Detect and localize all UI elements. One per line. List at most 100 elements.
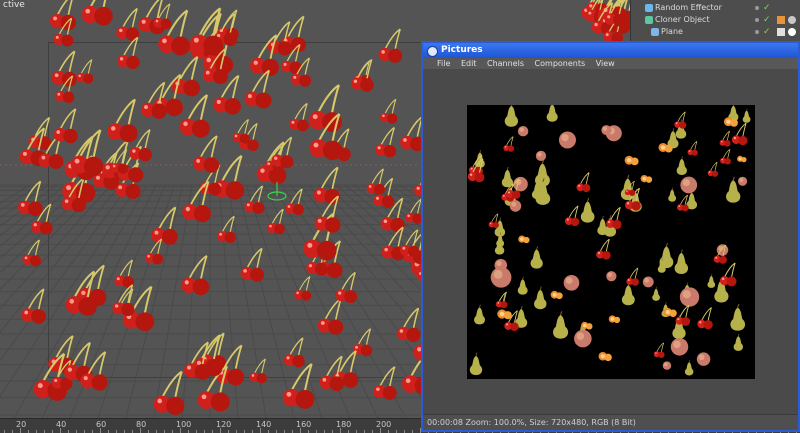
- peach: [574, 329, 592, 348]
- menu-components[interactable]: Components: [535, 59, 586, 68]
- frame-tick: [260, 428, 261, 433]
- orange-slice: [581, 321, 593, 330]
- pear: [707, 273, 716, 288]
- frame-tick-label: 200: [376, 420, 392, 429]
- om-row-label: Plane: [661, 27, 683, 36]
- cherry: [697, 307, 713, 330]
- orange-slice: [624, 155, 639, 166]
- orange-slice: [737, 155, 747, 163]
- frame-tick: [180, 428, 181, 433]
- peach: [563, 274, 580, 291]
- orange-slice: [550, 290, 563, 300]
- visibility-dot[interactable]: [755, 6, 759, 10]
- tag-icon[interactable]: [788, 16, 796, 24]
- menu-view[interactable]: View: [596, 59, 615, 68]
- cherry: [503, 136, 515, 152]
- menu-bar: File Edit Channels Components View: [423, 58, 798, 69]
- peach: [737, 176, 748, 186]
- menu-file[interactable]: File: [437, 59, 450, 68]
- cherry: [496, 291, 508, 309]
- cherry: [687, 140, 698, 156]
- frame-tick-label: 100: [176, 420, 192, 429]
- pear: [742, 108, 751, 123]
- frame-tick-label: 60: [96, 420, 107, 429]
- pear: [553, 311, 569, 339]
- cherry: [720, 148, 731, 165]
- om-row-label: Random Effector: [655, 3, 722, 12]
- om-row-plane[interactable]: Plane ✓: [631, 26, 800, 38]
- frame-tick-label: 20: [16, 420, 27, 429]
- cloner-icon: [645, 16, 653, 24]
- pear: [621, 281, 635, 306]
- pear: [474, 304, 485, 325]
- peach: [558, 131, 576, 149]
- peach: [535, 150, 547, 162]
- enabled-check-icon[interactable]: ✓: [763, 2, 771, 14]
- cherry: [576, 172, 591, 193]
- frame-tick: [140, 428, 141, 433]
- pear: [730, 303, 746, 331]
- window-titlebar[interactable]: Pictures: [423, 43, 798, 58]
- om-row-cloner-object[interactable]: Cloner Object ✓: [631, 14, 800, 26]
- peach: [642, 276, 654, 288]
- frame-tick: [380, 428, 381, 433]
- frame-tick-label: 80: [136, 420, 147, 429]
- checker-tag-icon[interactable]: [777, 28, 785, 36]
- enabled-check-icon[interactable]: ✓: [763, 26, 771, 38]
- menu-channels[interactable]: Channels: [487, 59, 524, 68]
- peach: [601, 125, 612, 136]
- frame-tick-label: 180: [336, 420, 352, 429]
- orange-slice: [518, 235, 530, 244]
- cherry: [488, 213, 499, 229]
- om-row-label: Cloner Object: [655, 15, 710, 24]
- cherry: [719, 130, 731, 147]
- plane-icon: [651, 28, 659, 36]
- peach: [509, 200, 522, 212]
- enabled-check-icon[interactable]: ✓: [763, 14, 771, 26]
- pear: [676, 156, 687, 175]
- frame-tick: [20, 428, 21, 433]
- frame-tick-label: 160: [296, 420, 312, 429]
- viewport-label: ctive: [3, 0, 25, 10]
- peach: [662, 361, 672, 370]
- window-title: Pictures: [441, 45, 483, 55]
- om-row-random-effector[interactable]: Random Effector ✓: [631, 2, 800, 14]
- pear: [597, 215, 608, 236]
- visibility-dot[interactable]: [755, 30, 759, 34]
- pear: [534, 286, 547, 310]
- pear: [504, 102, 519, 127]
- render-fruits: [467, 101, 751, 376]
- peach: [679, 287, 700, 307]
- cherry: [596, 238, 611, 260]
- cherry: [674, 111, 687, 129]
- frame-tick: [340, 428, 341, 433]
- app-icon: [427, 46, 438, 57]
- pear: [733, 333, 744, 351]
- frame-tick: [100, 428, 101, 433]
- pear: [652, 286, 660, 301]
- pear: [674, 249, 689, 274]
- orange-slice: [497, 309, 512, 320]
- pear: [668, 187, 677, 202]
- pear: [469, 352, 483, 376]
- cherry: [707, 161, 719, 177]
- cherry: [564, 205, 580, 227]
- frame-tick-label: 120: [216, 420, 232, 429]
- tag-icon[interactable]: [777, 16, 785, 24]
- orange-slice: [598, 352, 612, 362]
- orange-slice: [640, 174, 653, 183]
- peach: [490, 266, 512, 288]
- pear: [580, 197, 595, 223]
- image-canvas-area[interactable]: [423, 69, 798, 409]
- visibility-dot[interactable]: [755, 18, 759, 22]
- peach: [696, 352, 711, 366]
- menu-edit[interactable]: Edit: [461, 59, 477, 68]
- status-bar: 00:00:08 Zoom: 100.0%, Size: 720x480, RG…: [423, 414, 798, 430]
- orange-slice: [608, 315, 621, 324]
- pear: [501, 166, 514, 188]
- cherry: [606, 206, 622, 230]
- material-tag-icon[interactable]: [788, 28, 796, 36]
- frame-tick: [60, 428, 61, 433]
- picture-viewer-window[interactable]: Pictures File Edit Channels Components V…: [421, 41, 800, 432]
- peach: [513, 176, 528, 192]
